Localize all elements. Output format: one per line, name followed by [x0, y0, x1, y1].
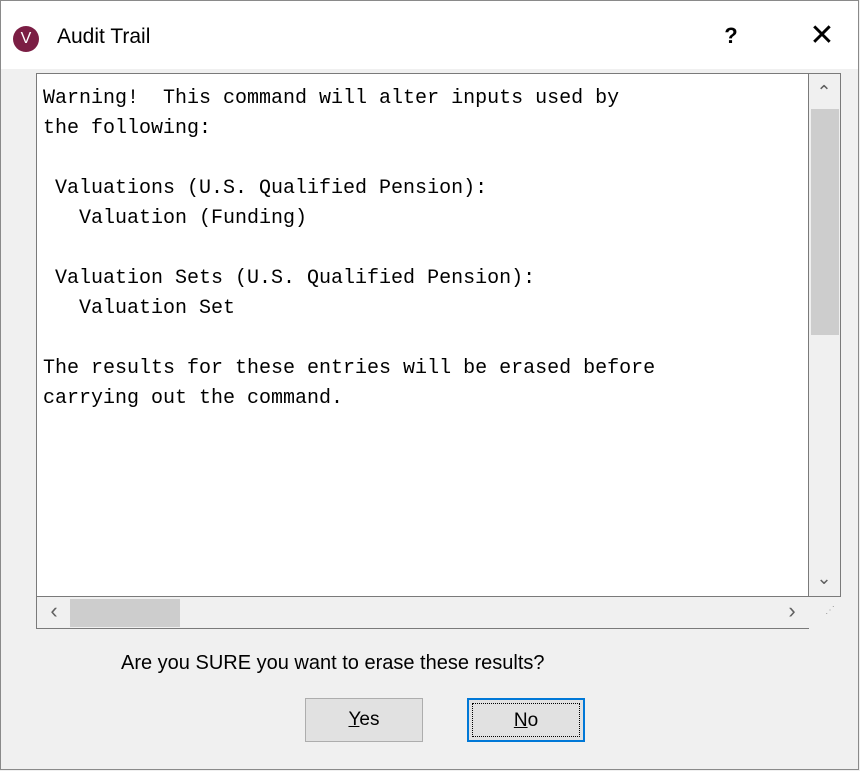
- horizontal-scroll-thumb[interactable]: [70, 599, 180, 627]
- resize-grip-icon[interactable]: ⋰: [819, 606, 835, 623]
- scroll-left-icon[interactable]: ‹: [43, 600, 65, 622]
- vertical-scrollbar[interactable]: ⌃ ⌄: [809, 73, 841, 597]
- close-button[interactable]: ✕: [789, 13, 855, 59]
- scroll-up-icon[interactable]: ⌃: [813, 82, 835, 102]
- horizontal-scrollbar[interactable]: ‹ ›: [36, 597, 809, 629]
- yes-label-rest: es: [359, 709, 380, 730]
- yes-mnemonic: Y: [348, 709, 360, 730]
- no-button-label: No: [514, 710, 538, 731]
- vertical-scroll-thumb[interactable]: [811, 109, 839, 335]
- app-logo-icon: V: [13, 26, 39, 52]
- no-button[interactable]: No: [467, 698, 585, 742]
- scroll-down-icon[interactable]: ⌄: [813, 568, 835, 588]
- confirmation-question: Are you SURE you want to erase these res…: [121, 652, 545, 674]
- scroll-right-icon[interactable]: ›: [781, 600, 803, 622]
- message-textbox[interactable]: Warning! This command will alter inputs …: [36, 73, 809, 597]
- yes-button-label: Yes: [348, 709, 379, 730]
- warning-message: Warning! This command will alter inputs …: [43, 87, 656, 410]
- yes-button[interactable]: Yes: [305, 698, 423, 742]
- no-mnemonic: N: [513, 710, 528, 731]
- title-bar[interactable]: V Audit Trail ? ✕: [1, 1, 858, 69]
- audit-trail-dialog: V Audit Trail ? ✕ Warning! This command …: [0, 0, 859, 770]
- window-title: Audit Trail: [57, 25, 151, 48]
- no-label-rest: o: [527, 710, 539, 731]
- help-button[interactable]: ?: [701, 13, 761, 59]
